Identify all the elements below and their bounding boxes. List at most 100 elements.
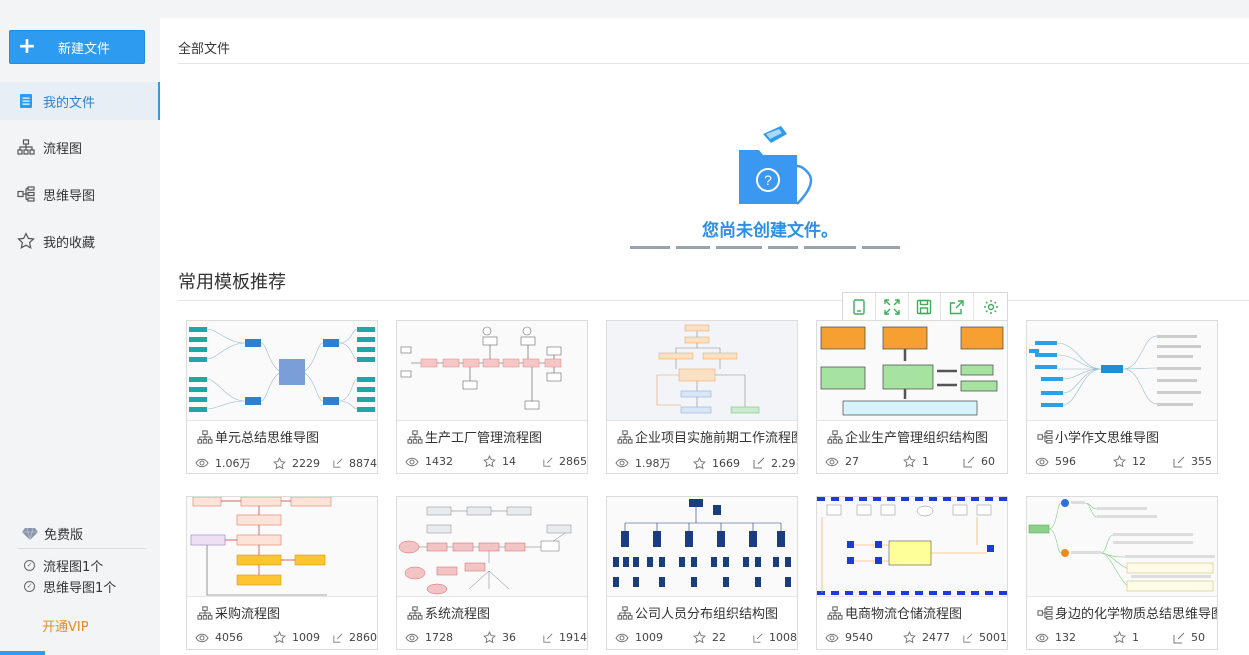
breadcrumb: 全部文件 xyxy=(178,42,231,57)
template-name-text: 单元总结思维导图 xyxy=(215,431,320,446)
mindmap-icon xyxy=(1037,429,1053,444)
divider xyxy=(178,63,1249,64)
divider xyxy=(18,548,146,549)
template-thumbnail xyxy=(817,321,1007,421)
template-name: 公司人员分布组织结构图 xyxy=(617,603,797,622)
mindmap-icon xyxy=(17,185,35,203)
template-thumbnail xyxy=(1027,497,1217,597)
fullscreen-icon[interactable] xyxy=(876,293,909,321)
template-card[interactable]: 生产工厂管理流程图 1432 14 2865 xyxy=(396,320,588,474)
scroll-indicator xyxy=(0,651,45,655)
stat-mindmap: ✓ 思维导图1个 xyxy=(24,577,116,596)
template-stats: 1432 14 2865 xyxy=(405,455,587,468)
template-stats: 1.98万 1669 2.29 xyxy=(615,455,797,471)
template-thumbnail xyxy=(187,497,377,597)
upgrade-vip-link[interactable]: 开通VIP xyxy=(42,616,89,635)
template-name-text: 小学作文思维导图 xyxy=(1055,431,1160,446)
star-icon xyxy=(273,456,286,469)
star-icon xyxy=(1113,631,1126,644)
sidebar-item-mindmap[interactable]: 思维导图 xyxy=(0,175,160,213)
settings-icon[interactable] xyxy=(974,293,1007,321)
eye-icon xyxy=(615,458,629,468)
template-card[interactable]: 电商物流仓储流程图 9540 2477 5001 xyxy=(816,496,1008,650)
template-card[interactable]: 公司人员分布组织结构图 1009 22 1008 xyxy=(606,496,798,650)
edit-count: 1914 xyxy=(559,631,587,644)
sidebar-item-favorites[interactable]: 我的收藏 xyxy=(0,222,160,260)
edit-count: 60 xyxy=(981,455,995,468)
edit-icon xyxy=(753,457,765,469)
eye-icon xyxy=(405,457,419,466)
template-card[interactable]: 系统流程图 1728 36 1914 xyxy=(396,496,588,650)
template-thumbnail xyxy=(397,497,587,597)
plan-label: 免费版 xyxy=(44,528,84,543)
sidebar-item-label: 我的收藏 xyxy=(43,235,96,251)
template-card[interactable]: 小学作文思维导图 596 12 355 xyxy=(1026,320,1218,474)
view-count: 596 xyxy=(1055,455,1076,468)
edit-icon xyxy=(333,633,343,643)
flowchart-icon xyxy=(197,429,213,444)
edit-count: 2.29 xyxy=(771,456,796,470)
sidebar-item-label: 思维导图 xyxy=(43,188,96,204)
eye-icon xyxy=(1035,457,1049,466)
flowchart-icon xyxy=(17,138,35,156)
star-count: 2229 xyxy=(292,456,320,470)
empty-state-text: 您尚未创建文件。 xyxy=(702,221,838,241)
edit-icon xyxy=(963,456,975,467)
template-card[interactable]: 企业项目实施前期工作流程图 1.98万 1669 2.29 xyxy=(606,320,798,474)
eye-icon xyxy=(195,633,209,642)
flowchart-icon xyxy=(407,429,423,444)
template-stats: 9540 2477 5001 xyxy=(825,631,1007,644)
star-count: 14 xyxy=(502,455,516,468)
save-icon[interactable] xyxy=(909,293,942,321)
template-thumbnail xyxy=(397,321,587,421)
star-count: 22 xyxy=(712,631,726,644)
template-card[interactable]: 企业生产管理组织结构图 27 1 60 xyxy=(816,320,1008,474)
template-stats: 132 1 50 xyxy=(1035,631,1217,644)
star-icon xyxy=(1113,455,1126,468)
template-name: 系统流程图 xyxy=(407,603,587,622)
edit-icon xyxy=(963,633,973,643)
plan-badge: 免费版 xyxy=(22,524,83,543)
star-icon xyxy=(903,455,916,468)
template-name-text: 公司人员分布组织结构图 xyxy=(635,607,779,622)
sidebar-item-flowchart[interactable]: 流程图 xyxy=(0,128,160,166)
star-count: 1009 xyxy=(292,631,320,644)
divider xyxy=(178,300,1249,301)
template-name: 电商物流仓储流程图 xyxy=(827,603,1007,622)
sidebar-item-label: 我的文件 xyxy=(43,95,96,111)
new-file-button[interactable]: + 新建文件 xyxy=(9,30,145,64)
view-count: 1009 xyxy=(635,631,663,644)
template-thumbnail xyxy=(1027,321,1217,421)
template-name: 企业项目实施前期工作流程图 xyxy=(617,427,797,446)
star-count: 1 xyxy=(922,455,929,468)
edit-count: 2865 xyxy=(559,455,587,468)
template-card[interactable]: 采购流程图 4056 1009 2860 xyxy=(186,496,378,650)
edit-icon xyxy=(543,457,553,467)
view-count: 1432 xyxy=(425,455,453,468)
stat-label: 思维导图1个 xyxy=(43,581,117,596)
mobile-icon[interactable] xyxy=(843,293,876,321)
template-name-text: 系统流程图 xyxy=(425,607,491,622)
star-count: 36 xyxy=(502,631,516,644)
template-stats: 1728 36 1914 xyxy=(405,631,587,644)
sidebar-item-my-files[interactable]: 我的文件 xyxy=(0,82,160,120)
template-card[interactable]: 单元总结思维导图 1.06万 2229 8874 xyxy=(186,320,378,474)
flowchart-icon xyxy=(617,429,633,444)
star-icon xyxy=(693,456,706,469)
star-icon xyxy=(693,631,706,644)
template-name: 小学作文思维导图 xyxy=(1037,427,1217,446)
flowchart-icon xyxy=(827,605,843,620)
empty-state-hint xyxy=(630,246,930,256)
eye-icon xyxy=(195,458,209,468)
eye-icon xyxy=(825,633,839,642)
template-card[interactable]: 身边的化学物质总结思维导图 132 1 50 xyxy=(1026,496,1218,650)
flowchart-icon xyxy=(407,605,423,620)
new-file-label: 新建文件 xyxy=(58,41,111,57)
star-icon xyxy=(273,631,286,644)
template-stats: 4056 1009 2860 xyxy=(195,631,377,644)
share-icon[interactable] xyxy=(941,293,975,321)
template-stats: 1009 22 1008 xyxy=(615,631,797,644)
edit-count: 5001 xyxy=(979,631,1007,644)
template-thumbnail xyxy=(187,321,377,421)
template-name: 企业生产管理组织结构图 xyxy=(827,427,1007,446)
